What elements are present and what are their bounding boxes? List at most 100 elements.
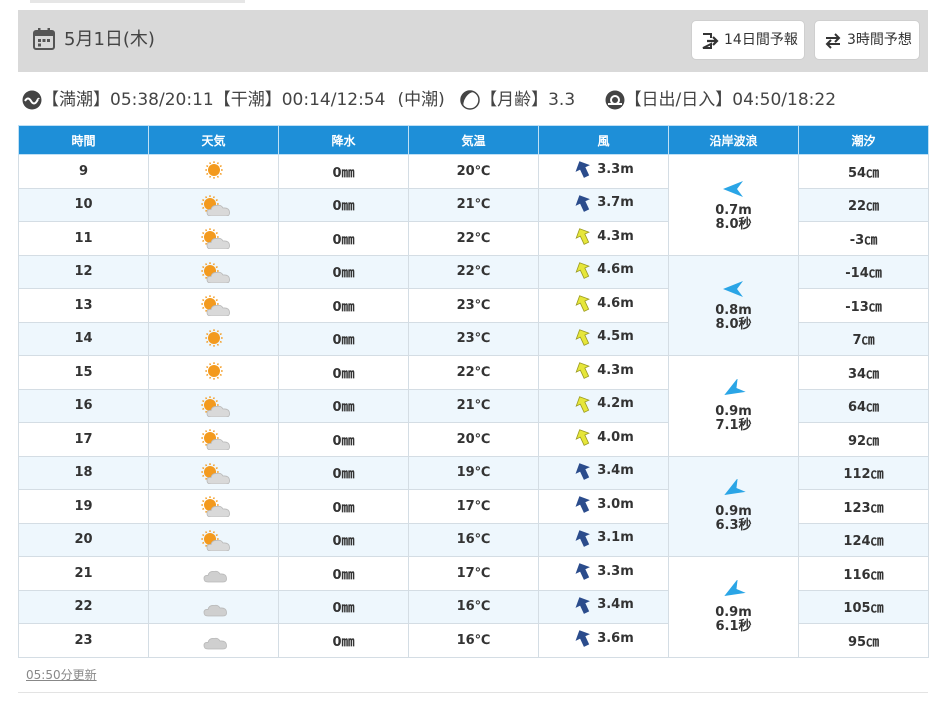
exit-arrow-icon	[702, 33, 719, 49]
weather-cell	[148, 522, 279, 557]
wave-cell: 0.8m 8.0秒	[668, 254, 799, 356]
wind-arrow-icon	[575, 295, 591, 313]
precip-cell: 0㎜	[278, 355, 409, 390]
cloudy-icon	[203, 638, 227, 650]
wave-height: 0.7m	[715, 202, 752, 218]
wave-direction-icon	[723, 180, 744, 197]
tide-cell: 95㎝	[798, 623, 929, 658]
date-bar: 5月1日(木) 14日間予報 3時間予想	[18, 10, 928, 72]
weather-cell	[148, 254, 279, 289]
wind-cell: 3.7m	[538, 187, 669, 222]
wind-group: 3.3m	[573, 159, 634, 179]
temp-cell: 22℃	[408, 355, 539, 390]
tide-cell: 64㎝	[798, 388, 929, 423]
wave-direction-icon	[723, 281, 744, 298]
bottom-divider	[18, 692, 928, 693]
temp-cell: 21℃	[408, 388, 539, 423]
wind-cell: 4.6m	[538, 254, 669, 289]
hour-cell: 23	[18, 623, 149, 658]
sunny-cloudy-icon	[200, 295, 230, 317]
col-header-time: 時間	[18, 125, 149, 155]
14day-forecast-button[interactable]: 14日間予報	[691, 20, 805, 60]
low-tide-value: 00:14/12:54	[281, 90, 386, 110]
sunny-icon	[204, 329, 223, 347]
high-tide-label: 【満潮】	[42, 90, 110, 110]
tide-info-row: 【満潮】05:38/20:11【干潮】00:14/12:54 (中潮) 【月齢】3…	[22, 88, 836, 112]
table-row: 12 0㎜ 22℃ 4.6m 0.8m 8.0秒 -14㎝	[18, 254, 929, 356]
precip-cell: 0㎜	[278, 154, 409, 189]
precip-cell: 0㎜	[278, 455, 409, 490]
wind-arrow-icon	[575, 630, 591, 648]
precip-cell: 0㎜	[278, 254, 409, 289]
precip-cell: 0㎜	[278, 187, 409, 222]
wind-speed: 4.0m	[597, 429, 634, 445]
sunny-icon	[204, 161, 223, 179]
wind-arrow-icon	[575, 328, 591, 346]
col-header-tide: 潮汐	[798, 125, 929, 155]
wind-cell: 3.0m	[538, 489, 669, 524]
wind-speed: 4.3m	[597, 228, 634, 244]
precip-cell: 0㎜	[278, 489, 409, 524]
precip-cell: 0㎜	[278, 589, 409, 624]
weather-cell	[148, 455, 279, 490]
weather-cell	[148, 221, 279, 256]
precip-cell: 0㎜	[278, 288, 409, 323]
sunny-cloudy-icon	[200, 195, 230, 216]
wind-speed: 3.4m	[597, 463, 634, 479]
wave-direction-icon	[724, 479, 747, 496]
wind-cell: 4.3m	[538, 355, 669, 390]
wind-speed: 4.2m	[597, 396, 634, 412]
sunny-cloudy-icon	[200, 530, 230, 551]
wave-period: 8.0秒	[715, 317, 752, 333]
tide-cell: -14㎝	[798, 254, 929, 289]
wind-arrow-icon	[575, 161, 591, 179]
wind-cell: 3.3m	[538, 154, 669, 189]
weather-cell	[148, 623, 279, 658]
weather-cell	[148, 556, 279, 591]
weather-cell	[148, 154, 279, 189]
wind-arrow-icon	[575, 194, 591, 212]
wind-arrow-icon	[575, 261, 591, 279]
sun-label: 【日出/日入】	[624, 90, 733, 110]
wind-speed: 3.1m	[597, 530, 634, 546]
hour-cell: 22	[18, 589, 149, 624]
sunny-cloudy-icon	[200, 262, 230, 283]
wave-period: 7.1秒	[715, 417, 752, 433]
wind-group: 4.6m	[573, 260, 634, 280]
wave-direction-icon	[724, 378, 747, 395]
wave-period: 6.1秒	[715, 618, 752, 634]
precip-cell: 0㎜	[278, 623, 409, 658]
hour-cell: 18	[18, 455, 149, 490]
weather-cell	[148, 355, 279, 390]
hour-cell: 10	[18, 187, 149, 222]
temp-cell: 23℃	[408, 288, 539, 323]
sunny-cloudy-icon	[200, 228, 230, 250]
precip-cell: 0㎜	[278, 422, 409, 457]
wind-cell: 4.2m	[538, 388, 669, 423]
hour-cell: 20	[18, 522, 149, 557]
tide-cell: 92㎝	[798, 422, 929, 457]
3hour-forecast-button[interactable]: 3時間予想	[814, 20, 920, 60]
wind-speed: 4.6m	[597, 295, 634, 311]
weather-cell	[148, 288, 279, 323]
wind-group: 4.5m	[573, 327, 634, 347]
wind-arrow-icon	[575, 429, 591, 447]
forecast-table: 時間 天気 降水 気温 風 沿岸波浪 潮汐 9 0㎜ 20℃ 3.3m 0.7m 8.0秒…	[18, 125, 929, 658]
wave-period: 8.0秒	[715, 216, 752, 232]
temp-cell: 16℃	[408, 589, 539, 624]
wind-speed: 3.3m	[597, 161, 634, 177]
updated-link[interactable]: 05:50分更新	[26, 666, 97, 683]
wind-speed: 3.6m	[597, 630, 634, 646]
sunny-cloudy-icon	[200, 496, 230, 518]
sunny-cloudy-icon	[200, 429, 230, 451]
wave-period: 6.3秒	[715, 518, 752, 534]
tide-cell: -13㎝	[798, 288, 929, 323]
date-label: 5月1日(木)	[64, 29, 155, 50]
col-header-weather: 天気	[148, 125, 279, 155]
low-tide-label: 【干潮】	[213, 90, 282, 110]
wave-cell: 0.7m 8.0秒	[668, 154, 799, 256]
wave-info: 0.9m 6.1秒	[715, 579, 752, 634]
temp-cell: 19℃	[408, 455, 539, 490]
precip-cell: 0㎜	[278, 221, 409, 256]
weather-cell	[148, 489, 279, 524]
